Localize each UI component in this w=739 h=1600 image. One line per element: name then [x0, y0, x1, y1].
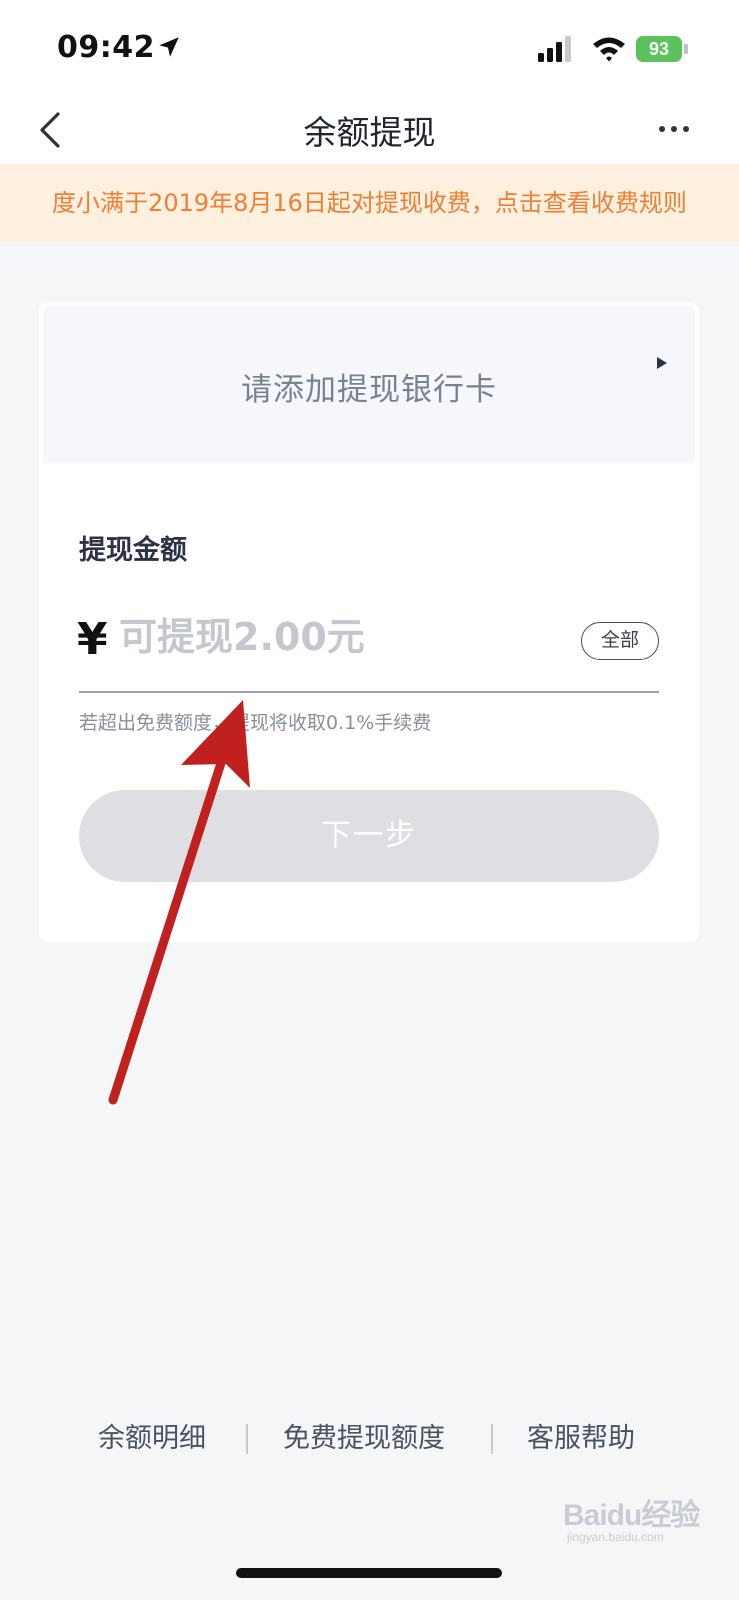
page-title: 余额提现	[303, 113, 436, 152]
nav-bar: 余额提现	[0, 96, 739, 164]
amount-input[interactable]	[119, 605, 539, 669]
free-quota-link[interactable]: 免费提现额度	[283, 1416, 445, 1455]
withdraw-all-button[interactable]: 全部	[581, 622, 659, 660]
more-dots-icon[interactable]	[652, 114, 696, 144]
status-time: 09:42	[57, 30, 155, 65]
link-divider	[491, 1424, 493, 1454]
amount-section-title: 提现金额	[79, 535, 187, 566]
next-step-button[interactable]: 下一步	[79, 790, 659, 882]
link-divider	[246, 1424, 248, 1454]
home-indicator[interactable]	[236, 1568, 502, 1578]
fee-notice-banner[interactable]: 度小满于2019年8月16日起对提现收费，点击查看收费规则	[0, 164, 739, 242]
add-bank-card-label: 请添加提现银行卡	[241, 372, 497, 408]
add-bank-card-row[interactable]: 请添加提现银行卡	[43, 306, 695, 463]
watermark-main: Baidu经验	[563, 1499, 700, 1532]
status-bar: 09:42 93	[0, 0, 739, 96]
location-arrow-icon	[159, 37, 179, 57]
signal-icon	[538, 36, 571, 62]
watermark-sub: jingyan.baidu.com	[567, 1530, 664, 1544]
triangle-right-icon	[657, 357, 667, 369]
amount-underline	[79, 691, 659, 693]
bottom-links: 余额明细 免费提现额度 客服帮助	[0, 1410, 739, 1470]
battery-icon: 93	[636, 36, 688, 62]
fee-note: 若超出免费额度，提现将收取0.1%手续费	[79, 712, 432, 734]
customer-service-link[interactable]: 客服帮助	[527, 1416, 635, 1455]
wifi-icon	[593, 37, 625, 62]
currency-symbol: ¥	[77, 614, 108, 665]
battery-level: 93	[636, 36, 682, 62]
withdraw-card: 请添加提现银行卡 提现金额 ¥ 全部 若超出免费额度，提现将收取0.1%手续费 …	[39, 302, 699, 942]
balance-detail-link[interactable]: 余额明细	[98, 1416, 206, 1455]
baidu-jingyan-watermark: Baidu经验 jingyan.baidu.com	[555, 1488, 705, 1548]
battery-tip	[684, 44, 688, 54]
